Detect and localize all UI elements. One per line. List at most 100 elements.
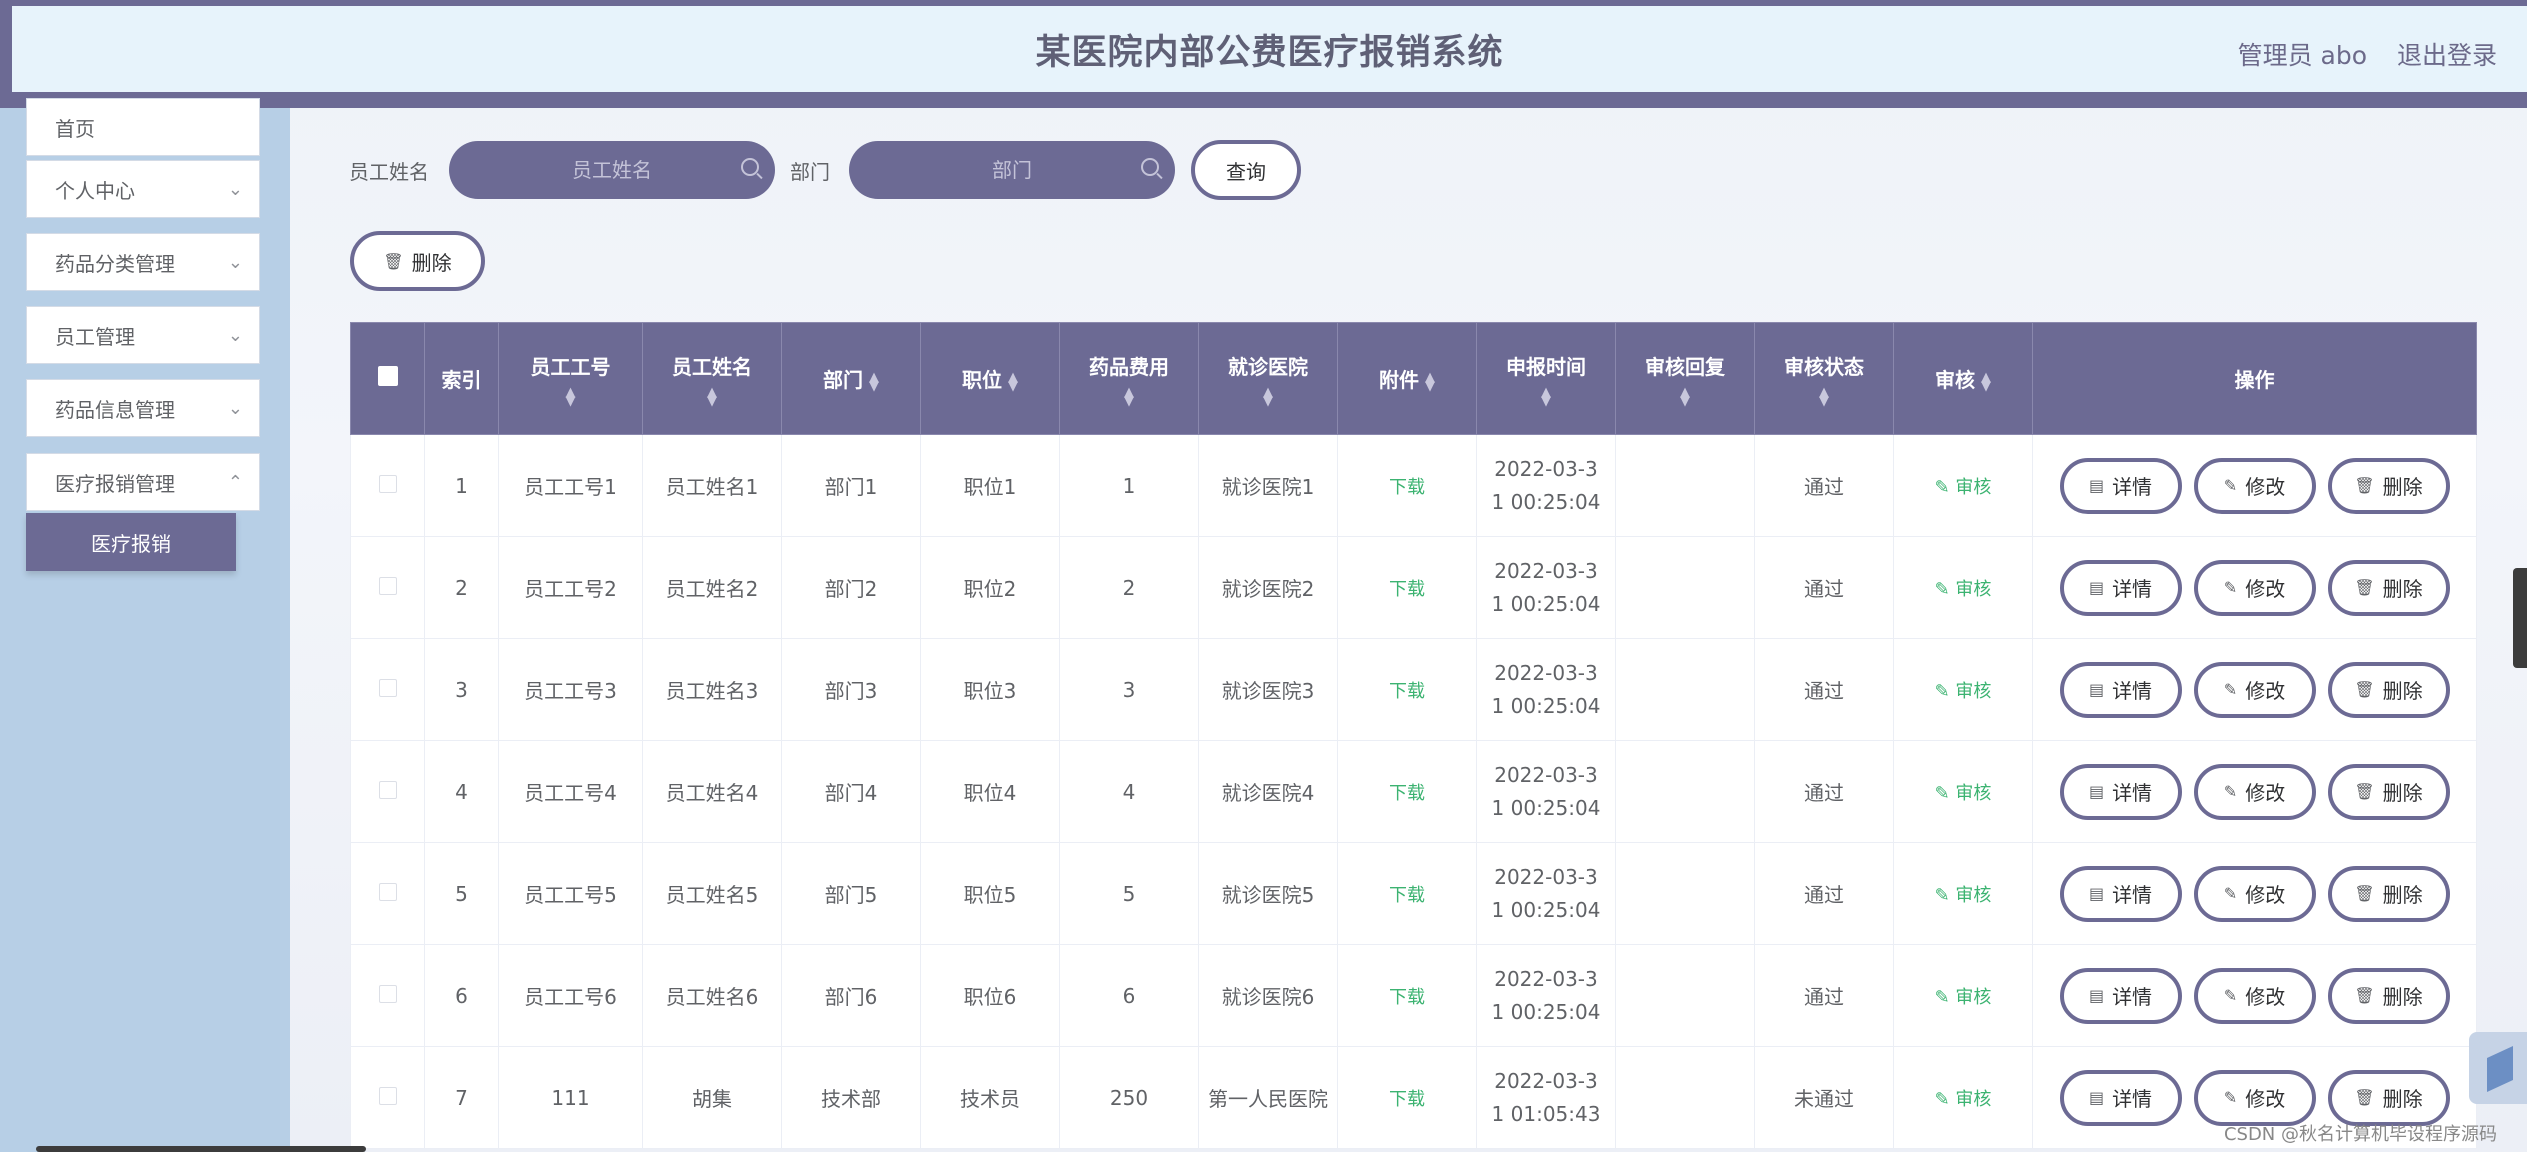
sidebar-item-employees[interactable]: 员工管理 ⌄ <box>26 306 260 364</box>
sort-icon[interactable]: ▲ ▼ <box>1199 386 1337 408</box>
download-link[interactable]: 下载 <box>1389 885 1425 906</box>
sidebar-item-label: 首页 <box>55 116 95 141</box>
sidebar-subitem-reimbursement[interactable]: 医疗报销 <box>26 513 236 571</box>
row-select-cell[interactable] <box>350 536 425 639</box>
sort-icon[interactable]: ▲ ▼ <box>643 386 781 408</box>
delete-button[interactable]: 🗑 删除 <box>2327 967 2450 1024</box>
col-header-time[interactable]: 申报时间 ▲ ▼ <box>1476 322 1616 435</box>
dept-search-input[interactable] <box>892 158 1132 182</box>
delete-button[interactable]: 🗑 删除 <box>2327 661 2450 718</box>
row-select-cell[interactable] <box>350 1046 425 1149</box>
row-select-cell[interactable] <box>350 842 425 945</box>
edit-button[interactable]: ✎ 修改 <box>2193 1069 2316 1126</box>
time-line-2: 1 00:25:04 <box>1491 489 1601 514</box>
col-header-attachment[interactable]: 附件 ▲ ▼ <box>1337 322 1477 435</box>
sort-icon[interactable]: ▲ ▼ <box>1060 386 1198 408</box>
row-checkbox[interactable] <box>378 1086 397 1105</box>
sort-icon[interactable]: ▲ ▼ <box>1425 371 1435 393</box>
row-checkbox[interactable] <box>378 474 397 493</box>
audit-link[interactable]: ✎ 审核 <box>1935 1089 1992 1110</box>
cell-name: 员工姓名4 <box>642 740 782 843</box>
row-checkbox[interactable] <box>378 678 397 697</box>
audit-link[interactable]: ✎ 审核 <box>1935 783 1992 804</box>
sidebar-item-home[interactable]: 首页 <box>26 98 260 156</box>
edit-button[interactable]: ✎ 修改 <box>2193 763 2316 820</box>
col-header-position[interactable]: 职位 ▲ ▼ <box>920 322 1060 435</box>
select-all-cell[interactable] <box>350 322 425 435</box>
sort-icon[interactable]: ▲ ▼ <box>869 371 879 393</box>
edit-button[interactable]: ✎ 修改 <box>2193 661 2316 718</box>
col-header-hospital[interactable]: 就诊医院 ▲ ▼ <box>1198 322 1338 435</box>
sort-icon[interactable]: ▲ ▼ <box>499 386 642 408</box>
row-checkbox[interactable] <box>378 576 397 595</box>
time-line-2: 1 00:25:04 <box>1491 693 1601 718</box>
horizontal-scrollbar[interactable] <box>36 1146 366 1152</box>
name-search-input[interactable] <box>492 158 732 182</box>
cell-audit: ✎ 审核 <box>1893 434 2033 537</box>
col-header-dept[interactable]: 部门 ▲ ▼ <box>781 322 921 435</box>
col-header-cost[interactable]: 药品费用 ▲ ▼ <box>1059 322 1199 435</box>
sidebar-item-reimbursement[interactable]: 医疗报销管理 ⌃ <box>26 453 260 511</box>
chevron-down-icon: ⌄ <box>227 252 243 273</box>
download-link[interactable]: 下载 <box>1389 477 1425 498</box>
time-line-1: 2022-03-3 <box>1494 762 1598 787</box>
detail-button[interactable]: ▤ 详情 <box>2059 559 2182 616</box>
audit-link[interactable]: ✎ 审核 <box>1935 885 1992 906</box>
row-select-cell[interactable] <box>350 944 425 1047</box>
download-link[interactable]: 下载 <box>1389 1089 1425 1110</box>
download-link[interactable]: 下载 <box>1389 579 1425 600</box>
sort-icon[interactable]: ▲ ▼ <box>1981 371 1991 393</box>
download-link[interactable]: 下载 <box>1389 681 1425 702</box>
delete-button[interactable]: 🗑 删除 <box>2327 763 2450 820</box>
current-user: 管理员 abo <box>2237 41 2367 70</box>
audit-link[interactable]: ✎ 审核 <box>1935 477 1992 498</box>
row-checkbox[interactable] <box>378 984 397 1003</box>
row-checkbox[interactable] <box>378 780 397 799</box>
row-select-cell[interactable] <box>350 434 425 537</box>
cell-time: 2022-03-3 1 00:25:04 <box>1476 638 1616 741</box>
col-header-audit[interactable]: 审核 ▲ ▼ <box>1893 322 2033 435</box>
sidebar-item-drug-info[interactable]: 药品信息管理 ⌄ <box>26 379 260 437</box>
delete-button[interactable]: 🗑 删除 <box>2327 1069 2450 1126</box>
edit-button[interactable]: ✎ 修改 <box>2193 457 2316 514</box>
detail-button[interactable]: ▤ 详情 <box>2059 967 2182 1024</box>
download-link[interactable]: 下载 <box>1389 987 1425 1008</box>
row-select-cell[interactable] <box>350 740 425 843</box>
document-icon: ▤ <box>2088 578 2105 597</box>
delete-button[interactable]: 🗑 删除 <box>2327 559 2450 616</box>
edit-button[interactable]: ✎ 修改 <box>2193 559 2316 616</box>
sort-icon[interactable]: ▲ ▼ <box>1477 386 1615 408</box>
edit-button[interactable]: ✎ 修改 <box>2193 967 2316 1024</box>
sidebar-item-drug-category[interactable]: 药品分类管理 ⌄ <box>26 233 260 291</box>
row-checkbox[interactable] <box>378 882 397 901</box>
col-header-status[interactable]: 审核状态 ▲ ▼ <box>1754 322 1894 435</box>
sidebar-item-profile[interactable]: 个人中心 ⌄ <box>26 160 260 218</box>
row-select-cell[interactable] <box>350 638 425 741</box>
audit-link[interactable]: ✎ 审核 <box>1935 987 1992 1008</box>
select-all-checkbox[interactable] <box>377 366 398 386</box>
page-title: 某医院内部公费医疗报销系统 <box>1035 32 1504 73</box>
detail-button[interactable]: ▤ 详情 <box>2059 1069 2182 1126</box>
detail-button[interactable]: ▤ 详情 <box>2059 457 2182 514</box>
edit-button[interactable]: ✎ 修改 <box>2193 865 2316 922</box>
detail-button[interactable]: ▤ 详情 <box>2059 763 2182 820</box>
delete-button[interactable]: 🗑 删除 <box>2327 457 2450 514</box>
download-link[interactable]: 下载 <box>1389 783 1425 804</box>
side-scroll-handle[interactable] <box>2513 568 2527 668</box>
batch-delete-button[interactable]: 🗑 删除 <box>350 231 485 291</box>
detail-button[interactable]: ▤ 详情 <box>2059 661 2182 718</box>
detail-button[interactable]: ▤ 详情 <box>2059 865 2182 922</box>
col-header-reply[interactable]: 审核回复 ▲ ▼ <box>1615 322 1755 435</box>
sort-icon[interactable]: ▲ ▼ <box>1616 386 1754 408</box>
sort-icon[interactable]: ▲ ▼ <box>1008 371 1018 393</box>
logout-link[interactable]: 退出登录 <box>2397 36 2497 72</box>
delete-button[interactable]: 🗑 删除 <box>2327 865 2450 922</box>
col-header-name[interactable]: 员工姓名 ▲ ▼ <box>642 322 782 435</box>
time-line-1: 2022-03-3 <box>1494 456 1598 481</box>
audit-link[interactable]: ✎ 审核 <box>1935 681 1992 702</box>
query-button[interactable]: 查询 <box>1191 140 1301 200</box>
audit-link[interactable]: ✎ 审核 <box>1935 579 1992 600</box>
col-header-emp-no[interactable]: 员工工号 ▲ ▼ <box>498 322 643 435</box>
floating-tool-icon[interactable] <box>2469 1032 2527 1104</box>
sort-icon[interactable]: ▲ ▼ <box>1755 386 1893 408</box>
